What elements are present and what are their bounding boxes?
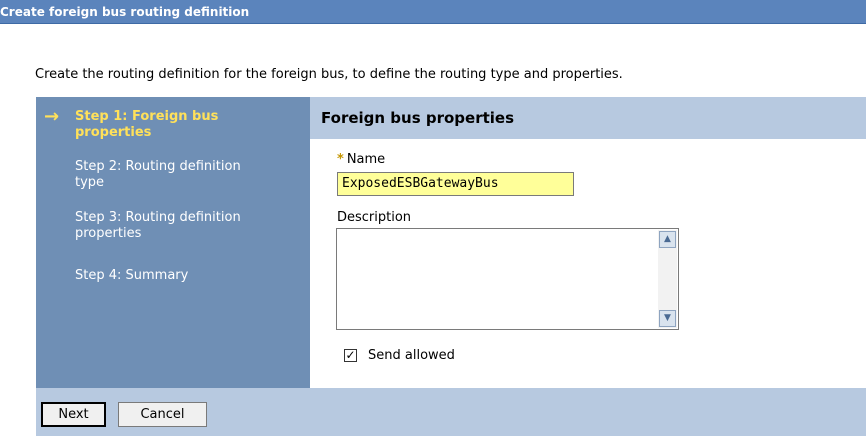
name-input[interactable]: ExposedESBGatewayBus [337,172,574,196]
wizard-steps-sidebar: → Step 1: Foreign bus properties Step 2:… [36,97,310,388]
step-1-foreign-bus-properties: Step 1: Foreign bus properties [75,109,219,140]
next-button[interactable]: Next [41,402,106,427]
description-scrollbar[interactable]: ▲ ▼ [658,230,677,328]
step-2-routing-definition-type: Step 2: Routing definition type [75,159,241,190]
step-4-summary: Step 4: Summary [75,268,189,283]
wizard-content: Foreign bus properties * Name ExposedESBG… [310,97,866,388]
name-label-text: Name [346,152,386,167]
scroll-up-icon[interactable]: ▲ [659,231,676,248]
step-3-routing-definition-properties: Step 3: Routing definition properties [75,210,241,241]
description-label: Description [337,210,412,225]
description-textarea[interactable]: ▲ ▼ [336,228,679,330]
current-step-arrow-icon: → [44,106,60,127]
section-title: Foreign bus properties [310,97,866,139]
window-title: Create foreign bus routing definition [0,5,250,19]
name-label: * Name [337,152,385,167]
required-marker-icon: * [337,152,344,167]
send-allowed-row: ✓ Send allowed [344,348,455,363]
intro-text: Create the routing definition for the fo… [35,67,623,82]
cancel-button[interactable]: Cancel [118,402,207,427]
send-allowed-checkbox[interactable]: ✓ [344,349,357,362]
scroll-down-icon[interactable]: ▼ [659,310,676,327]
send-allowed-label: Send allowed [368,348,455,363]
window-title-bar: Create foreign bus routing definition [0,0,866,24]
